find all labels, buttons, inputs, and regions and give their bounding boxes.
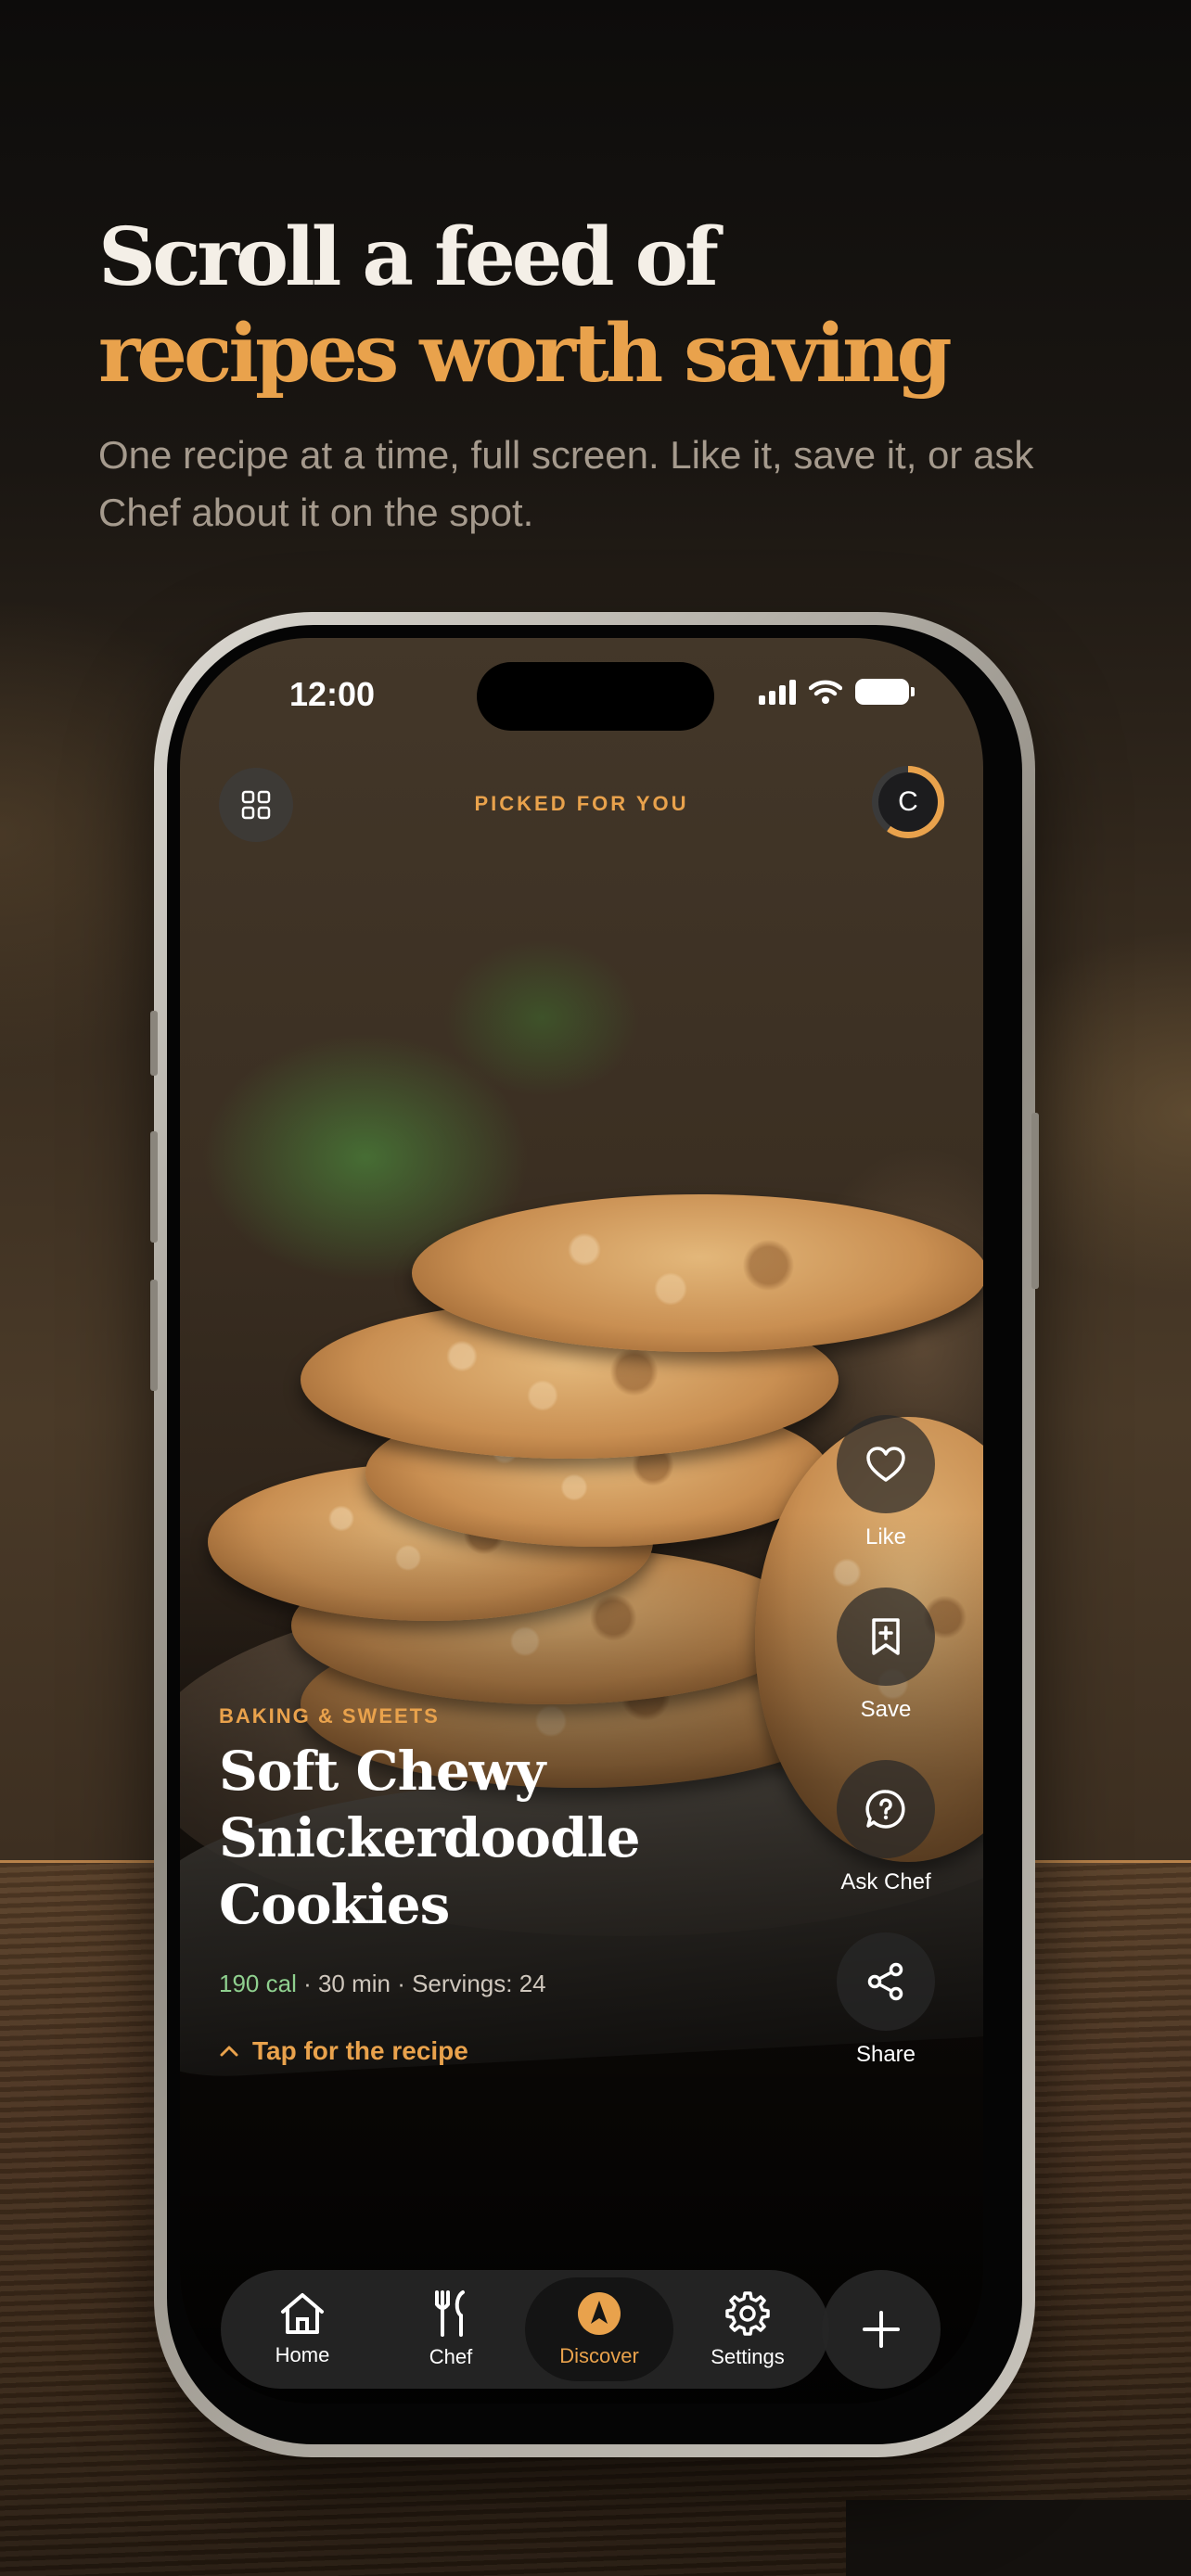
wifi-icon [809, 680, 842, 704]
recipe-title[interactable]: Soft Chewy Snickerdoodle Cookies [219, 1738, 738, 1938]
heart-icon [866, 1447, 905, 1482]
bookmark-plus-icon [872, 1618, 900, 1655]
save-button[interactable]: Save [835, 1588, 937, 1723]
tab-home-label: Home [275, 2343, 330, 2366]
save-circle [837, 1588, 935, 1686]
feed-header-label: PICKED FOR YOU [474, 792, 689, 815]
recipe-category: BAKING & SWEETS [219, 1704, 440, 1728]
plus-icon [863, 2311, 900, 2348]
tab-settings-label: Settings [711, 2345, 785, 2368]
like-circle [837, 1415, 935, 1513]
recipe-details: · 30 min · Servings: 24 [296, 1970, 546, 1997]
hero-title-line-1: Scroll a feed of [98, 210, 719, 304]
compass-icon [578, 2292, 621, 2335]
power-button [1031, 1113, 1039, 1289]
action-button [150, 1011, 158, 1076]
status-time: 12:00 [289, 675, 376, 713]
ask-chef-button[interactable]: Ask Chef [835, 1760, 937, 1895]
phone-frame: 12:00 PICKED FOR YOU C Like Save Ask Che… [150, 612, 1039, 2457]
add-button[interactable] [822, 2270, 941, 2389]
cookie-image [412, 1194, 983, 1352]
share-label: Share [855, 2042, 916, 2067]
ask-chef-circle [837, 1760, 935, 1858]
save-label: Save [860, 1697, 912, 1722]
tab-settings[interactable]: Settings [673, 2277, 822, 2381]
tab-bar: Home Chef Discover Settings [221, 2270, 829, 2389]
volume-up-button [150, 1131, 158, 1243]
chevron-up-icon [220, 2046, 238, 2057]
hero-subtitle: One recipe at a time, full screen. Like … [98, 433, 1034, 534]
share-button[interactable]: Share [835, 1932, 937, 2068]
tap-for-recipe-button[interactable]: Tap for the recipe [219, 2036, 468, 2066]
ask-chef-label: Ask Chef [840, 1869, 931, 1894]
share-circle [837, 1932, 935, 2031]
tab-chef-label: Chef [429, 2345, 473, 2368]
tab-discover[interactable]: Discover [525, 2277, 673, 2381]
gear-icon [725, 2291, 770, 2336]
fork-knife-icon [435, 2290, 465, 2337]
dynamic-island [477, 662, 714, 731]
hero-title-line-2: recipes worth saving [98, 307, 953, 401]
hero-heading: Scroll a feed of recipes worth saving On… [98, 210, 1119, 542]
recipe-meta: 190 cal · 30 min · Servings: 24 [219, 1970, 546, 1998]
tap-for-recipe-label: Tap for the recipe [252, 2036, 468, 2065]
home-icon [281, 2293, 324, 2334]
tab-home[interactable]: Home [228, 2277, 377, 2381]
dark-corner [846, 2500, 1191, 2576]
action-rail: Like Save Ask Chef Share [835, 1415, 937, 2105]
like-button[interactable]: Like [835, 1415, 937, 1550]
avatar-initial: C [878, 772, 938, 832]
signal-icon [759, 679, 796, 705]
volume-down-button [150, 1280, 158, 1391]
status-icons [759, 679, 915, 705]
tab-discover-label: Discover [559, 2344, 639, 2367]
share-icon [867, 1962, 903, 2001]
tab-chef[interactable]: Chef [377, 2277, 525, 2381]
recipe-calories: 190 cal [219, 1970, 297, 1997]
profile-avatar-button[interactable]: C [872, 766, 944, 838]
like-label: Like [864, 1524, 907, 1549]
question-bubble-icon [865, 1790, 905, 1829]
battery-icon [855, 679, 915, 705]
phone-screen: 12:00 PICKED FOR YOU C Like Save Ask Che… [180, 638, 983, 2404]
